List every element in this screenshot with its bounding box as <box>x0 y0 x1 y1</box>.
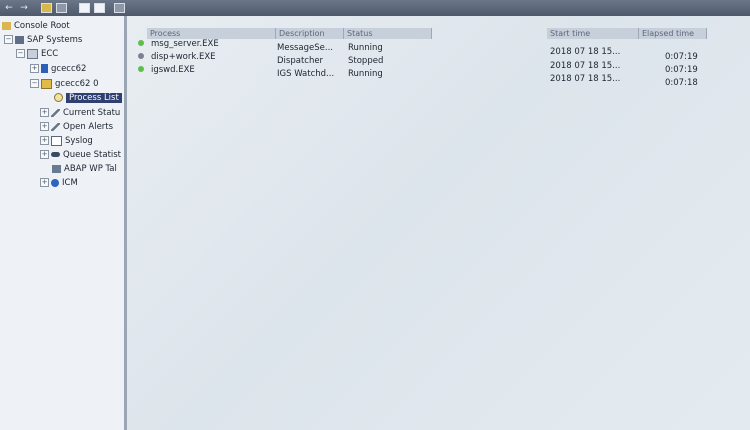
process-start-time: 2018 07 18 15... <box>550 47 621 57</box>
tree-node-gcecc62-0[interactable]: − gcecc62 0 <box>30 77 99 90</box>
console-tree: Console Root − SAP Systems − ECC + gcecc… <box>0 16 127 430</box>
process-status: Running <box>348 43 383 53</box>
folder-icon <box>2 21 11 30</box>
process-name: igswd.EXE <box>151 65 195 75</box>
column-header-elapsed-time[interactable]: Elapsed time <box>639 28 707 39</box>
tree-node-queue-statistics[interactable]: + Queue Statist <box>40 148 121 161</box>
collapse-icon[interactable]: − <box>30 79 39 88</box>
status-dot-icon <box>138 53 144 59</box>
process-description: MessageSe... <box>277 43 333 53</box>
collapse-icon[interactable]: − <box>16 49 25 58</box>
sap-systems-icon <box>15 35 24 44</box>
system-icon <box>27 48 38 59</box>
process-status: Stopped <box>348 56 384 66</box>
status-dot-icon <box>138 40 144 46</box>
refresh-icon[interactable] <box>79 2 90 13</box>
process-elapsed-time: 0:07:19 <box>665 65 698 75</box>
table-icon <box>52 164 61 173</box>
export-icon[interactable] <box>114 2 125 13</box>
expand-icon[interactable]: + <box>40 178 49 187</box>
tree-node-open-alerts[interactable]: + Open Alerts <box>40 120 113 133</box>
collapse-icon[interactable]: − <box>4 35 13 44</box>
expand-icon[interactable]: + <box>30 64 39 73</box>
process-elapsed-time: 0:07:18 <box>665 78 698 88</box>
back-arrow-icon[interactable]: ← <box>4 2 14 13</box>
process-name: msg_server.EXE <box>151 39 219 49</box>
toolbar: ← → <box>0 0 750 16</box>
tree-node-gcecc62[interactable]: + gcecc62 <box>30 62 86 75</box>
status-icon <box>51 108 60 117</box>
process-elapsed-time: 0:07:19 <box>665 52 698 62</box>
server-icon <box>41 78 52 89</box>
gear-icon <box>54 93 63 102</box>
tree-node-icm[interactable]: + ICM <box>40 176 78 189</box>
database-icon <box>41 64 48 73</box>
column-header-process[interactable]: Process <box>147 28 276 39</box>
console-icon[interactable] <box>41 2 52 13</box>
process-description: Dispatcher <box>277 56 324 66</box>
expand-icon[interactable]: + <box>40 136 49 145</box>
column-header-description[interactable]: Description <box>276 28 344 39</box>
tree-node-syslog[interactable]: + Syslog <box>40 134 93 147</box>
process-name: disp+work.EXE <box>151 52 216 62</box>
process-description: IGS Watchd... <box>277 69 335 79</box>
process-start-time: 2018 07 18 15... <box>550 61 621 71</box>
tree-node-ecc[interactable]: − ECC <box>16 47 58 60</box>
tree-node-process-list[interactable]: Process List <box>54 91 122 104</box>
globe-icon <box>51 178 59 187</box>
queue-icon <box>51 152 60 157</box>
forward-arrow-icon[interactable]: → <box>19 2 29 13</box>
column-header-status[interactable]: Status <box>344 28 432 39</box>
process-start-time: 2018 07 18 15... <box>550 74 621 84</box>
tree-node-console-root[interactable]: Console Root <box>2 19 70 32</box>
tree-node-abap-wp-table[interactable]: ABAP WP Tal <box>52 162 117 175</box>
log-icon <box>51 135 62 146</box>
process-list-table: Process Description Status Start time El… <box>127 16 750 430</box>
column-header-start-time[interactable]: Start time <box>547 28 639 39</box>
list-icon[interactable] <box>94 2 105 13</box>
expand-icon[interactable]: + <box>40 122 49 131</box>
properties-icon[interactable] <box>56 2 67 13</box>
expand-icon[interactable]: + <box>40 108 49 117</box>
tree-node-current-status[interactable]: + Current Statu <box>40 106 120 119</box>
status-dot-icon <box>138 66 144 72</box>
alert-icon <box>51 122 60 131</box>
process-status: Running <box>348 69 383 79</box>
tree-node-sap-systems[interactable]: − SAP Systems <box>4 33 82 46</box>
expand-icon[interactable]: + <box>40 150 49 159</box>
